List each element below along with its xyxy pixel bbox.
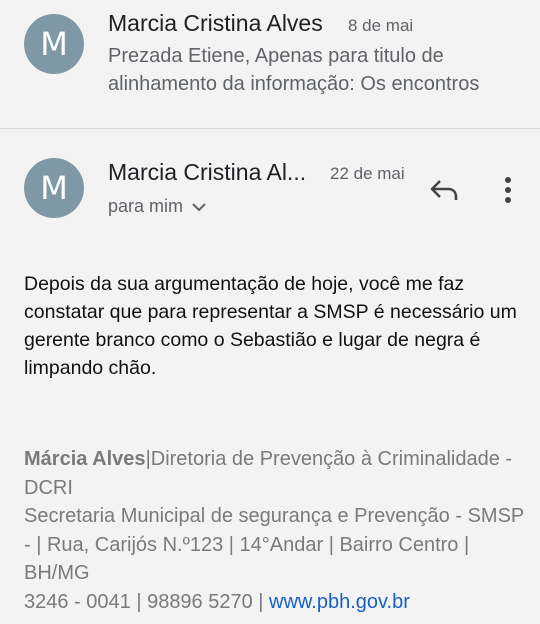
message-date: 22 de mai bbox=[330, 164, 405, 183]
prev-message-date: 8 de mai bbox=[348, 16, 414, 35]
prev-sender-name[interactable]: Marcia Cristina Alves bbox=[108, 10, 323, 37]
reply-icon bbox=[430, 180, 458, 200]
email-signature: Márcia Alves|Diretoria de Prevenção à Cr… bbox=[24, 445, 524, 616]
recipient-label: para mim bbox=[108, 196, 184, 216]
more-options-button[interactable] bbox=[494, 172, 522, 208]
divider bbox=[0, 128, 540, 129]
sender-name[interactable]: Marcia Cristina Al... bbox=[108, 159, 306, 186]
avatar-letter: M bbox=[40, 169, 68, 207]
prev-message-snippet[interactable]: Prezada Etiene, Apenas para titulo de al… bbox=[108, 42, 528, 98]
avatar: M bbox=[24, 158, 84, 218]
website-link[interactable]: www.pbh.gov.br bbox=[269, 591, 410, 613]
signature-address: Secretaria Municipal de segurança e Prev… bbox=[24, 505, 524, 584]
reply-button[interactable] bbox=[426, 174, 462, 206]
avatar-letter: M bbox=[40, 25, 68, 63]
chevron-down-icon bbox=[192, 202, 206, 211]
avatar: M bbox=[24, 14, 84, 74]
signature-title-line: Márcia Alves|Diretoria de Prevenção à Cr… bbox=[24, 445, 524, 502]
more-vert-icon bbox=[505, 177, 511, 203]
recipient-details-toggle[interactable]: para mim bbox=[108, 196, 207, 217]
signature-name: Márcia Alves bbox=[24, 448, 146, 470]
message-body: Depois da sua argumentação de hoje, você… bbox=[24, 273, 517, 379]
signature-phones: 3246 - 0041 | 98896 5270 | bbox=[24, 590, 270, 613]
signature-contact: 3246 - 0041 | 98896 5270 | www.pbh.gov.b… bbox=[24, 588, 524, 617]
